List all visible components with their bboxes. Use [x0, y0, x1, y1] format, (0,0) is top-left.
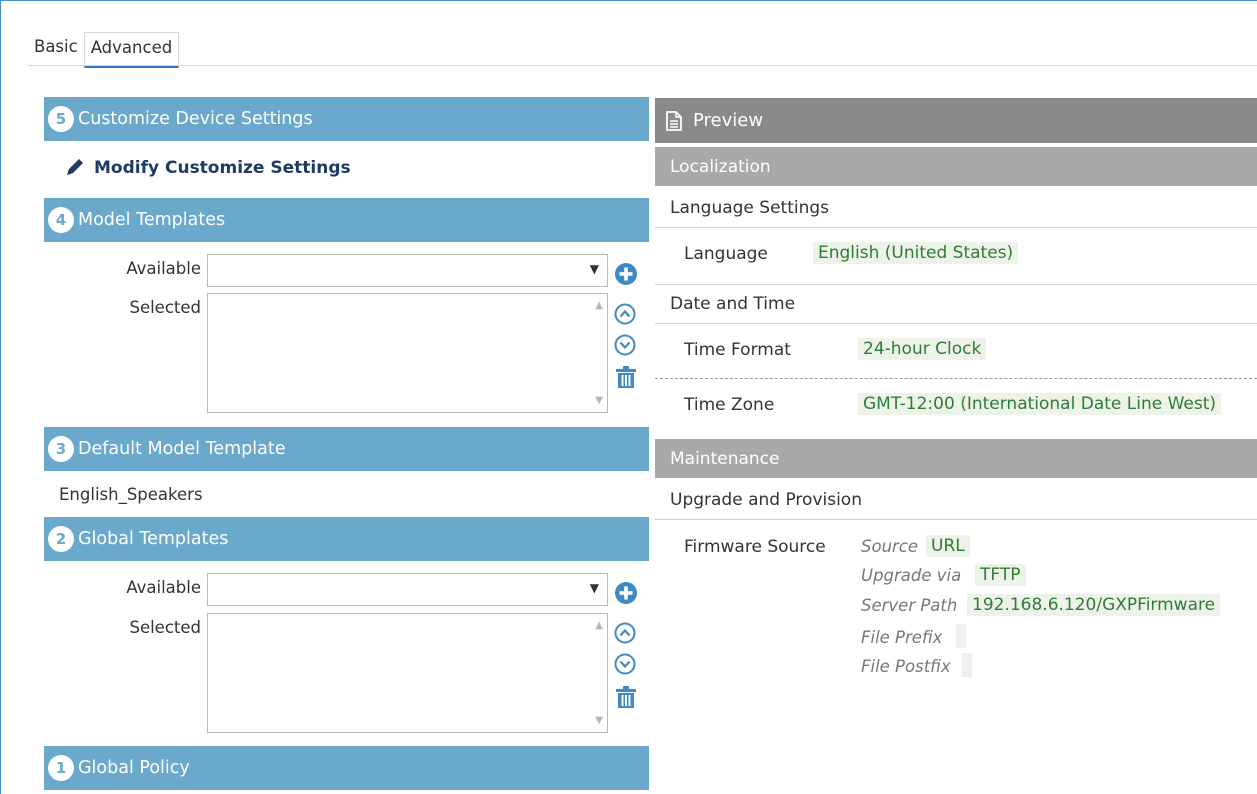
- move-down-icon[interactable]: [614, 653, 636, 675]
- modify-label: Modify Customize Settings: [94, 158, 351, 178]
- file-postfix-value: [962, 653, 972, 677]
- tab-bar: Basic Advanced: [28, 32, 180, 68]
- file-prefix-value: [956, 624, 966, 648]
- language-value: English (United States): [813, 242, 1019, 264]
- preview-section-maintenance: Maintenance: [655, 439, 1257, 478]
- scrollbar[interactable]: ▲ ▼: [589, 294, 607, 412]
- section-title: Global Templates: [78, 529, 229, 549]
- tab-advanced[interactable]: Advanced: [83, 32, 180, 68]
- preview-header: Preview: [655, 98, 1257, 143]
- move-down-icon[interactable]: [614, 334, 636, 356]
- section-model-templates[interactable]: 4 Model Templates: [44, 198, 649, 242]
- tab-basic[interactable]: Basic: [28, 32, 84, 65]
- section-title: Default Model Template: [78, 439, 286, 459]
- scroll-down-icon[interactable]: ▼: [595, 395, 603, 406]
- scroll-down-icon[interactable]: ▼: [595, 715, 603, 726]
- global-available-select[interactable]: ▼: [207, 573, 608, 606]
- file-prefix-label: File Prefix: [861, 628, 943, 647]
- move-up-icon[interactable]: [614, 303, 636, 325]
- preview-section-localization: Localization: [655, 147, 1257, 186]
- step-number: 4: [48, 207, 74, 233]
- scroll-up-icon[interactable]: ▲: [595, 300, 603, 311]
- add-icon[interactable]: [614, 262, 638, 286]
- model-selected-list[interactable]: ▲ ▼: [207, 293, 608, 413]
- upgrade-via-label: Upgrade via: [861, 566, 962, 585]
- scrollbar[interactable]: ▲ ▼: [589, 614, 607, 732]
- time-zone-label: Time Zone: [684, 395, 775, 415]
- global-selected-list[interactable]: ▲ ▼: [207, 613, 608, 733]
- step-number: 2: [48, 526, 74, 552]
- firmware-source-label: Firmware Source: [684, 537, 826, 557]
- step-number: 5: [48, 106, 74, 132]
- time-format-label: Time Format: [684, 340, 791, 360]
- source-value: URL: [926, 535, 970, 557]
- model-available-label: Available: [126, 259, 201, 278]
- model-available-select[interactable]: ▼: [207, 254, 608, 287]
- document-icon: [666, 110, 682, 131]
- model-selected-label: Selected: [129, 298, 201, 317]
- upgrade-via-value: TFTP: [975, 564, 1026, 586]
- preview-title: Preview: [693, 110, 764, 131]
- section-title: Customize Device Settings: [78, 109, 313, 129]
- dashed-divider: [655, 378, 1257, 379]
- preview-subsection-upgrade: Upgrade and Provision: [655, 480, 1257, 520]
- server-path-value: 192.168.6.120/GXPFirmware: [967, 594, 1221, 616]
- step-number: 1: [48, 755, 74, 781]
- section-global-templates[interactable]: 2 Global Templates: [44, 517, 649, 561]
- default-model-template-value: English_Speakers: [59, 485, 203, 504]
- dropdown-arrow-icon: ▼: [589, 581, 599, 595]
- move-up-icon[interactable]: [614, 622, 636, 644]
- add-icon[interactable]: [614, 581, 638, 605]
- pencil-icon: [67, 159, 83, 175]
- modify-customize-settings-link[interactable]: Modify Customize Settings: [64, 158, 351, 178]
- step-number: 3: [48, 436, 74, 462]
- trash-icon[interactable]: [615, 365, 637, 389]
- tab-divider: [28, 65, 1257, 66]
- file-postfix-label: File Postfix: [861, 657, 951, 676]
- source-label: Source: [861, 537, 919, 556]
- global-selected-label: Selected: [129, 618, 201, 637]
- scroll-up-icon[interactable]: ▲: [595, 620, 603, 631]
- time-format-value: 24-hour Clock: [858, 338, 987, 360]
- time-zone-value: GMT-12:00 (International Date Line West): [858, 393, 1222, 415]
- section-customize-device-settings[interactable]: 5 Customize Device Settings: [44, 97, 649, 141]
- section-default-model-template[interactable]: 3 Default Model Template: [44, 427, 649, 471]
- server-path-label: Server Path: [861, 596, 958, 615]
- trash-icon[interactable]: [615, 685, 637, 709]
- section-global-policy[interactable]: 1 Global Policy: [44, 746, 649, 790]
- section-title: Model Templates: [78, 210, 226, 230]
- preview-subsection-date-time: Date and Time: [655, 284, 1257, 324]
- preview-subsection-language-settings: Language Settings: [655, 188, 1257, 228]
- section-title: Global Policy: [78, 758, 190, 778]
- dropdown-arrow-icon: ▼: [589, 262, 599, 276]
- language-label: Language: [684, 244, 768, 264]
- global-available-label: Available: [126, 578, 201, 597]
